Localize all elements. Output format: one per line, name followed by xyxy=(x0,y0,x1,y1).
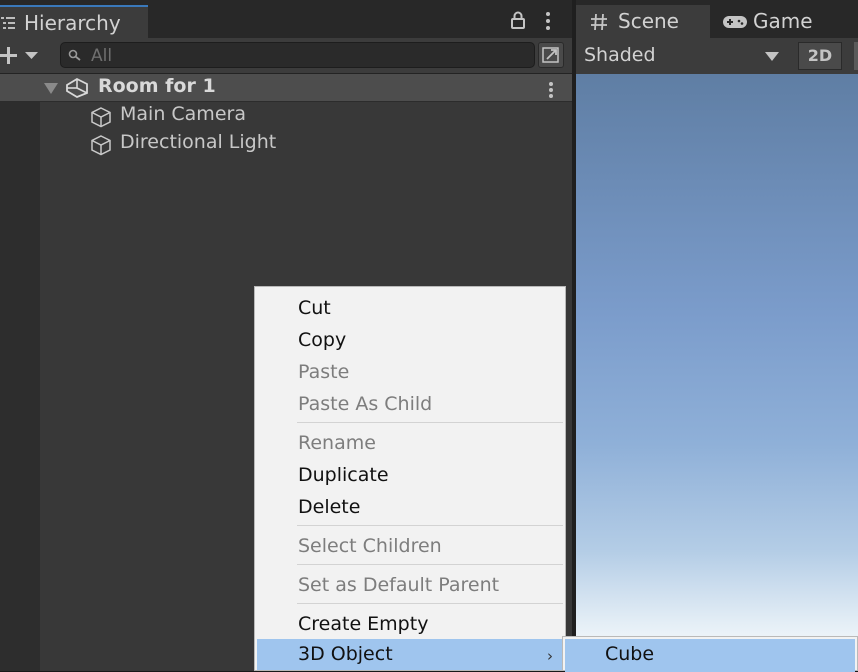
scene-panel: Scene Game Shaded 2D xyxy=(576,0,858,671)
expand-icon xyxy=(542,47,559,63)
menu-item-label: Delete xyxy=(298,496,361,518)
menu-separator xyxy=(297,422,563,423)
scene-more-options-icon[interactable] xyxy=(547,81,555,99)
scene-toolbar: Shaded 2D xyxy=(576,38,858,74)
hierarchy-item-label: Main Camera xyxy=(120,103,246,125)
submenu-arrow-icon: › xyxy=(547,647,553,665)
context-menu: Cut Copy Paste Paste As Child Rename Dup… xyxy=(254,286,566,671)
menu-item-label: Copy xyxy=(298,329,347,351)
grid-icon xyxy=(591,13,607,31)
tab-game[interactable]: Game xyxy=(710,5,858,38)
menu-item-label: Rename xyxy=(298,432,376,454)
gamepad-icon xyxy=(723,16,747,28)
cube-icon xyxy=(91,135,111,156)
search-icon xyxy=(68,49,81,61)
menu-item-label: Paste xyxy=(298,361,350,383)
menu-item-paste[interactable]: Paste xyxy=(255,357,565,389)
menu-item-label: Set as Default Parent xyxy=(298,574,500,596)
lock-icon[interactable] xyxy=(511,11,525,29)
menu-item-create-empty[interactable]: Create Empty xyxy=(255,609,565,641)
menu-item-cut[interactable]: Cut xyxy=(255,293,565,325)
shading-mode-dropdown[interactable]: Shaded xyxy=(576,38,788,74)
hierarchy-toolbar xyxy=(0,38,572,74)
hierarchy-search-field[interactable] xyxy=(60,42,535,68)
menu-item-label: Cut xyxy=(298,297,331,319)
menu-item-label: Duplicate xyxy=(298,464,389,486)
chevron-down-icon xyxy=(765,52,779,61)
scene-name: Room for 1 xyxy=(98,75,216,97)
menu-item-copy[interactable]: Copy xyxy=(255,325,565,357)
scene-tab-label: Scene xyxy=(618,9,679,33)
tab-hierarchy[interactable]: Hierarchy xyxy=(0,5,148,38)
submenu-item-label: Cube xyxy=(605,643,655,665)
more-options-icon[interactable] xyxy=(544,11,552,31)
scene-viewport[interactable] xyxy=(576,74,858,671)
submenu-3d-object: Cube xyxy=(562,636,858,672)
hierarchy-item-directional-light[interactable]: Directional Light xyxy=(40,130,572,158)
submenu-item-cube[interactable]: Cube xyxy=(565,639,855,672)
menu-item-set-default-parent[interactable]: Set as Default Parent xyxy=(255,570,565,602)
menu-separator xyxy=(297,603,563,604)
hierarchy-tab-label: Hierarchy xyxy=(24,11,121,35)
search-expand-button[interactable] xyxy=(538,42,564,68)
menu-item-duplicate[interactable]: Duplicate xyxy=(255,460,565,492)
menu-item-label: Create Empty xyxy=(298,613,429,635)
fold-arrow-icon[interactable] xyxy=(44,83,58,94)
search-input[interactable] xyxy=(89,44,513,68)
menu-item-paste-as-child[interactable]: Paste As Child xyxy=(255,389,565,421)
toggle-2d-button[interactable]: 2D xyxy=(798,42,842,70)
menu-item-label: Select Children xyxy=(298,535,442,557)
menu-item-label: 3D Object xyxy=(298,643,393,665)
menu-item-select-children[interactable]: Select Children xyxy=(255,531,565,563)
menu-separator xyxy=(297,564,563,565)
menu-item-label: Paste As Child xyxy=(298,393,433,415)
toggle-2d-label: 2D xyxy=(807,46,833,65)
add-object-button[interactable] xyxy=(0,44,44,68)
hierarchy-gutter xyxy=(0,74,40,671)
game-tab-label: Game xyxy=(753,9,813,33)
menu-item-rename[interactable]: Rename xyxy=(255,428,565,460)
menu-item-3d-object[interactable]: 3D Object › xyxy=(257,639,563,670)
hierarchy-item-main-camera[interactable]: Main Camera xyxy=(40,102,572,130)
cube-icon xyxy=(91,107,111,128)
shading-mode-label: Shaded xyxy=(584,44,656,66)
toolbar-overflow-button[interactable] xyxy=(854,42,858,70)
menu-item-delete[interactable]: Delete xyxy=(255,492,565,524)
tab-scene[interactable]: Scene xyxy=(576,5,710,38)
hierarchy-item-label: Directional Light xyxy=(120,131,277,153)
hierarchy-list-icon xyxy=(1,17,15,29)
hierarchy-tab-bar: Hierarchy xyxy=(0,0,572,38)
menu-separator xyxy=(297,525,563,526)
unity-logo-icon xyxy=(66,78,88,98)
scene-header-row[interactable]: Room for 1 xyxy=(0,74,572,102)
